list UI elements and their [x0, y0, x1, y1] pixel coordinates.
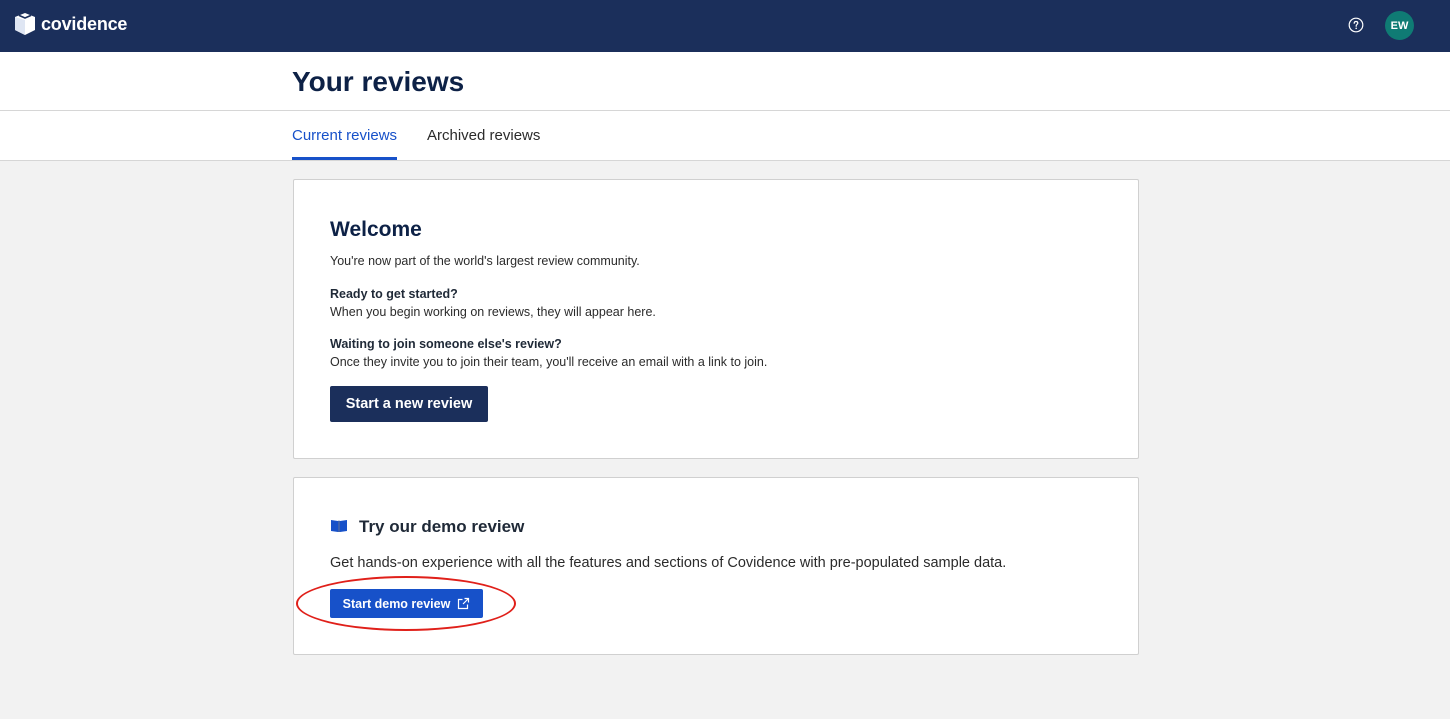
page-title: Your reviews [292, 66, 465, 97]
demo-description: Get hands-on experience with all the fea… [330, 555, 1007, 571]
book-icon [331, 520, 347, 532]
brand-name: covidence [41, 13, 128, 34]
covidence-logo-icon [15, 13, 35, 35]
header-divider [0, 110, 1450, 111]
start-demo-review-label: Start demo review [342, 596, 451, 611]
welcome-card: Welcome You're now part of the world's l… [293, 179, 1139, 459]
start-new-review-button[interactable]: Start a new review [330, 386, 488, 422]
tab-current-reviews[interactable]: Current reviews [292, 127, 398, 160]
tab-archived-reviews[interactable]: Archived reviews [427, 127, 540, 160]
start-demo-review-button[interactable]: Start demo review [330, 589, 483, 618]
top-navigation-bar: covidence EW [0, 0, 1450, 52]
demo-title: Try our demo review [359, 517, 525, 536]
welcome-intro: You're now part of the world's largest r… [330, 254, 640, 268]
help-icon[interactable] [1348, 17, 1364, 33]
covidence-logo[interactable]: covidence [14, 12, 127, 36]
ready-text: When you begin working on reviews, they … [330, 305, 656, 319]
page-header: Your reviews Current reviews Archived re… [0, 52, 1450, 161]
waiting-heading: Waiting to join someone else's review? [330, 337, 562, 351]
external-link-icon [458, 597, 470, 610]
user-avatar[interactable]: EW [1385, 11, 1414, 40]
ready-heading: Ready to get started? [330, 287, 458, 301]
demo-card: Try our demo review Get hands-on experie… [293, 477, 1139, 655]
waiting-text: Once they invite you to join their team,… [330, 355, 768, 369]
welcome-title: Welcome [330, 218, 422, 241]
